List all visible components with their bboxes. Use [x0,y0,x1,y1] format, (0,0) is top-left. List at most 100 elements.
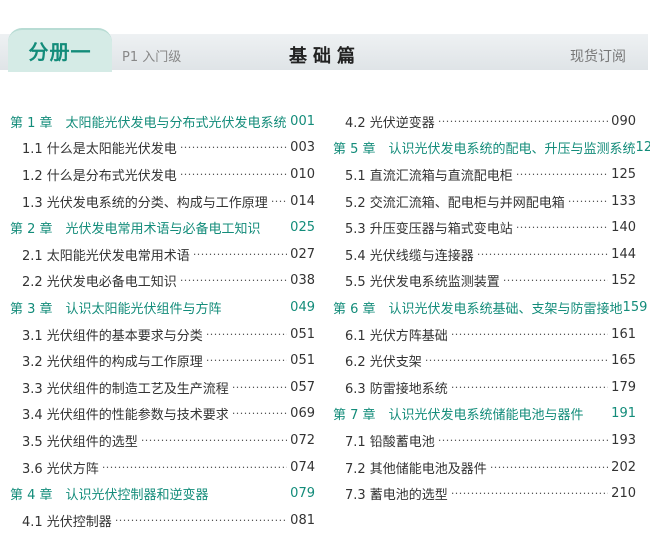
toc-entry-label: 7.3 蓄电池的选型 [345,488,448,504]
toc-page-number: 179 [611,379,636,395]
toc-page-number: 165 [611,353,636,369]
dot-leader [206,328,287,341]
toc-entry-label: 第 3 章 认识太阳能光伏组件与方阵 [10,301,222,317]
toc-page-number: 027 [290,246,315,262]
toc-section: 3.5 光伏组件的选型 072 [10,427,315,454]
toc-page-number: 074 [290,459,315,475]
toc-page-number: 159 [622,299,648,315]
toc-section: 3.6 光伏方阵 074 [10,454,315,481]
dot-leader [568,195,608,208]
toc-page-number: 191 [611,406,636,422]
toc-entry-label: 2.1 太阳能光伏发电常用术语 [22,248,190,264]
toc-page-number: 193 [611,432,636,448]
dot-leader [232,381,287,394]
toc-page-number: 072 [290,432,315,448]
toc-entry-label: 5.2 交流汇流箱、配电柜与并网配电箱 [345,195,565,211]
toc-page-number: 090 [611,113,636,129]
toc-section: 6.3 防雷接地系统 179 [333,374,636,401]
dot-leader [425,354,608,367]
dot-leader [438,434,608,447]
toc-page-number: 057 [290,379,315,395]
toc-page-number: 081 [290,512,315,528]
toc-entry-label: 1.3 光伏发电系统的分类、构成与工作原理 [22,195,268,211]
toc-section: 3.2 光伏组件的构成与工作原理 051 [10,347,315,374]
dot-leader [516,221,608,234]
header-band: 分册一 P1 入门级 基础篇 现货订阅 [0,28,650,76]
toc-entry-label: 第 5 章 认识光伏发电系统的配电、升压与监测系统 [333,142,636,158]
dot-leader [232,407,287,420]
toc-section: 4.2 光伏逆变器 090 [333,108,636,135]
toc-page-number: 014 [290,193,315,209]
toc-page-number: 001 [290,113,315,129]
toc-page-number: 123 [635,140,650,156]
toc-entry-label: 6.2 光伏支架 [345,355,422,371]
toc-section: 6.1 光伏方阵基础 161 [333,321,636,348]
dot-leader [180,274,287,287]
toc-entry-label: 4.1 光伏控制器 [22,514,112,530]
toc-page-number: 202 [611,459,636,475]
dot-leader [438,115,608,128]
toc-entry-label: 3.3 光伏组件的制造工艺及生产流程 [22,381,229,397]
toc-page-number: 161 [611,326,636,342]
toc-entry-label: 3.1 光伏组件的基本要求与分类 [22,328,203,344]
toc-page-number: 051 [290,353,315,369]
dot-leader [115,514,287,527]
toc-section: 2.1 太阳能光伏发电常用术语 027 [10,241,315,268]
dot-leader [451,381,608,394]
toc-page-number: 051 [290,326,315,342]
toc-left-column: 第 1 章 太阳能光伏发电与分布式光伏发电系统 001 1.1 什么是太阳能光伏发电… [10,108,315,534]
toc-entry-label: 2.2 光伏发电必备电工知识 [22,275,177,291]
dot-leader [503,274,608,287]
toc-section: 2.2 光伏发电必备电工知识 038 [10,268,315,295]
toc-chapter: 第 4 章 认识光伏控制器和逆变器 079 [10,480,315,507]
toc-entry-label: 3.2 光伏组件的构成与工作原理 [22,355,203,371]
toc-page-number: 133 [611,193,636,209]
toc-entry-label: 3.5 光伏组件的选型 [22,434,138,450]
toc-chapter: 第 1 章 太阳能光伏发电与分布式光伏发电系统 001 [10,108,315,135]
toc-section: 7.2 其他储能电池及器件 202 [333,454,636,481]
dot-leader [490,461,608,474]
toc-page-number: 069 [290,406,315,422]
toc-section: 3.4 光伏组件的性能参数与技术要求 069 [10,401,315,428]
header-right-label: 现货订阅 [570,49,626,65]
toc-entry-label: 1.1 什么是太阳能光伏发电 [22,142,177,158]
toc-section: 5.5 光伏发电系统监测装置 152 [333,268,636,295]
toc-chapter: 第 2 章 光伏发电常用术语与必备电工知识 025 [10,214,315,241]
toc-entry-label: 1.2 什么是分布式光伏发电 [22,168,177,184]
toc-page-number: 049 [290,299,315,315]
toc-entry-label: 5.5 光伏发电系统监测装置 [345,275,500,291]
toc-entry-label: 第 7 章 认识光伏发电系统储能电池与器件 [333,408,584,424]
toc-section: 5.2 交流汇流箱、配电柜与并网配电箱 133 [333,188,636,215]
page-title: 基础篇 [289,46,361,67]
dot-leader [451,328,608,341]
toc-page-number: 079 [290,486,315,502]
toc-section: 1.1 什么是太阳能光伏发电 003 [10,135,315,162]
toc-entry-label: 5.3 升压变压器与箱式变电站 [345,222,513,238]
toc-entry-label: 第 2 章 光伏发电常用术语与必备电工知识 [10,222,261,238]
toc-page-number: 210 [611,486,636,502]
toc-section: 1.3 光伏发电系统的分类、构成与工作原理 014 [10,188,315,215]
dot-leader [141,434,287,447]
toc-section: 5.3 升压变压器与箱式变电站 140 [333,214,636,241]
toc-page-number: 152 [611,273,636,289]
toc-entry-label: 第 4 章 认识光伏控制器和逆变器 [10,488,209,504]
toc-page-number: 010 [290,166,315,182]
dot-leader [180,141,287,154]
toc-chapter: 第 7 章 认识光伏发电系统储能电池与器件 191 [333,401,636,428]
toc-section: 7.1 铅酸蓄电池 193 [333,427,636,454]
toc-entry-label: 6.3 防雷接地系统 [345,381,448,397]
toc-entry-label: 4.2 光伏逆变器 [345,115,435,131]
toc-section: 5.1 直流汇流箱与直流配电柜 125 [333,161,636,188]
dot-leader [206,354,287,367]
toc-page-number: 003 [290,140,315,156]
toc-page-number: 144 [611,246,636,262]
dot-leader [271,195,287,208]
toc-entry-label: 5.1 直流汇流箱与直流配电柜 [345,168,513,184]
toc-entry-label: 3.4 光伏组件的性能参数与技术要求 [22,408,229,424]
toc-right-column: 4.2 光伏逆变器 090 第 5 章 认识光伏发电系统的配电、升压与监测系统123… [333,108,650,507]
toc-page-number: 025 [290,220,315,236]
toc-page-number: 140 [611,220,636,236]
toc-entry-label: 7.1 铅酸蓄电池 [345,434,435,450]
toc-entry-label: 6.1 光伏方阵基础 [345,328,448,344]
dot-leader [516,168,608,181]
